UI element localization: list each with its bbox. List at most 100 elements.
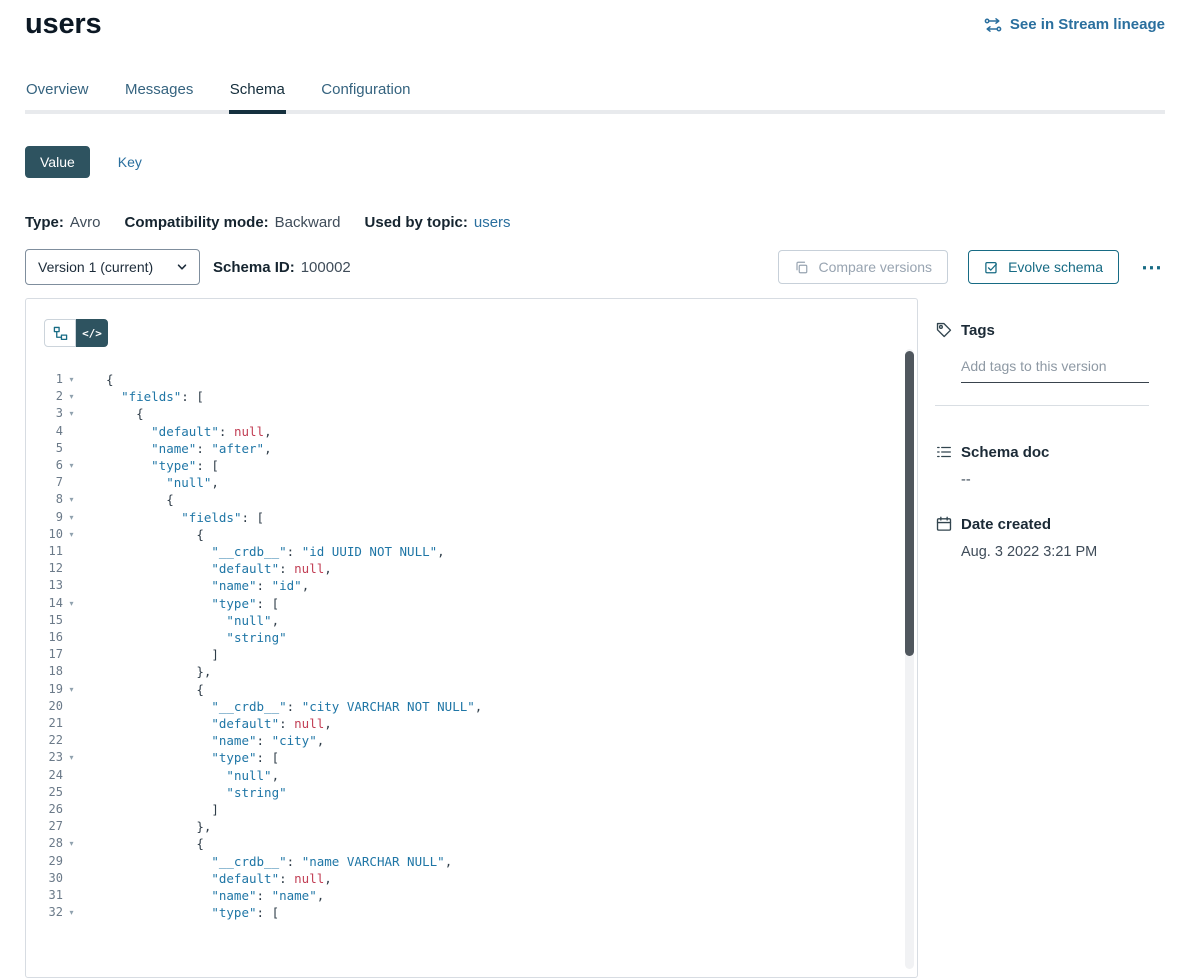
fold-caret-spacer	[63, 440, 80, 457]
code-text: "default": null,	[80, 870, 332, 887]
compare-copy-icon	[794, 260, 809, 275]
main-content: </> 1▾{2▾ "fields": [3▾ {4 "default": nu…	[25, 298, 1165, 978]
fold-caret-spacer	[63, 698, 80, 715]
fold-caret-icon[interactable]: ▾	[63, 526, 80, 543]
fold-caret-icon[interactable]: ▾	[63, 749, 80, 766]
fold-caret-icon[interactable]: ▾	[63, 904, 80, 921]
version-bar-actions: Compare versions Evolve schema ⋯	[778, 250, 1165, 284]
line-number: 5	[26, 440, 63, 457]
code-line: 30 "default": null,	[26, 870, 917, 887]
schema-doc-value: --	[961, 472, 1165, 488]
code-text: "type": [	[80, 595, 279, 612]
tags-input[interactable]	[961, 356, 1149, 383]
code-lines: 1▾{2▾ "fields": [3▾ {4 "default": null,5…	[26, 371, 917, 922]
fold-caret-spacer	[63, 767, 80, 784]
line-number: 20	[26, 698, 63, 715]
line-number: 16	[26, 629, 63, 646]
code-line: 5 "name": "after",	[26, 440, 917, 457]
line-number: 15	[26, 612, 63, 629]
line-number: 26	[26, 801, 63, 818]
code-line: 9▾ "fields": [	[26, 509, 917, 526]
line-number: 19	[26, 681, 63, 698]
tree-view-icon	[53, 326, 68, 341]
page-title: users	[25, 8, 101, 41]
fold-caret-icon[interactable]: ▾	[63, 457, 80, 474]
schema-doc-section: Schema doc --	[935, 442, 1165, 488]
sidebar-divider	[935, 405, 1149, 406]
fold-caret-icon[interactable]: ▾	[63, 681, 80, 698]
stream-lineage-icon	[984, 16, 1002, 34]
code-line: 20 "__crdb__": "city VARCHAR NOT NULL",	[26, 698, 917, 715]
fold-caret-spacer	[63, 543, 80, 560]
fold-caret-icon[interactable]: ▾	[63, 405, 80, 422]
more-options-button[interactable]: ⋯	[1139, 257, 1165, 278]
fold-caret-spacer	[63, 560, 80, 577]
editor-scrollbar-thumb[interactable]	[905, 351, 914, 656]
tag-icon	[935, 321, 953, 339]
date-created-value: Aug. 3 2022 3:21 PM	[961, 544, 1165, 560]
code-text: "__crdb__": "city VARCHAR NOT NULL",	[80, 698, 482, 715]
fold-caret-icon[interactable]: ▾	[63, 509, 80, 526]
fold-caret-icon[interactable]: ▾	[63, 835, 80, 852]
code-text: "string"	[80, 784, 287, 801]
value-toggle-button[interactable]: Value	[25, 146, 90, 178]
line-number: 4	[26, 423, 63, 440]
tab-configuration[interactable]: Configuration	[320, 75, 411, 110]
code-line: 22 "name": "city",	[26, 732, 917, 749]
code-text: {	[80, 405, 144, 422]
code-text: "default": null,	[80, 715, 332, 732]
line-number: 27	[26, 818, 63, 835]
line-number: 13	[26, 577, 63, 594]
fold-caret-spacer	[63, 715, 80, 732]
code-text: },	[80, 663, 211, 680]
date-created-section: Date created Aug. 3 2022 3:21 PM	[935, 514, 1165, 560]
code-line: 21 "default": null,	[26, 715, 917, 732]
code-line: 10▾ {	[26, 526, 917, 543]
tab-overview[interactable]: Overview	[25, 75, 90, 110]
code-text: "fields": [	[80, 388, 204, 405]
tree-view-button[interactable]	[44, 319, 76, 347]
evolve-schema-button[interactable]: Evolve schema	[968, 250, 1119, 284]
key-toggle-button[interactable]: Key	[116, 150, 144, 174]
line-number: 14	[26, 595, 63, 612]
editor-scrollbar[interactable]	[905, 349, 914, 969]
tab-schema[interactable]: Schema	[229, 75, 286, 110]
fold-caret-spacer	[63, 646, 80, 663]
code-line: 26 ]	[26, 801, 917, 818]
fold-caret-icon[interactable]: ▾	[63, 595, 80, 612]
fold-caret-icon[interactable]: ▾	[63, 388, 80, 405]
code-view-button[interactable]: </>	[76, 319, 108, 347]
compare-versions-button[interactable]: Compare versions	[778, 250, 948, 284]
code-text: "null",	[80, 612, 279, 629]
header: users See in Stream lineage	[25, 0, 1165, 41]
fold-caret-icon[interactable]: ▾	[63, 371, 80, 388]
meta-topic: Used by topic: users	[365, 214, 511, 231]
version-select[interactable]: Version 1 (current)	[25, 249, 200, 285]
topic-link[interactable]: users	[474, 214, 511, 231]
line-number: 30	[26, 870, 63, 887]
fold-caret-spacer	[63, 629, 80, 646]
code-text: "name": "name",	[80, 887, 324, 904]
fold-caret-spacer	[63, 423, 80, 440]
line-number: 2	[26, 388, 63, 405]
code-text: },	[80, 818, 211, 835]
stream-lineage-link[interactable]: See in Stream lineage	[984, 16, 1165, 34]
code-text: "null",	[80, 767, 279, 784]
schema-sidebar: Tags Schema doc --	[918, 298, 1165, 560]
tab-messages[interactable]: Messages	[124, 75, 194, 110]
fold-caret-spacer	[63, 801, 80, 818]
fold-caret-icon[interactable]: ▾	[63, 491, 80, 508]
version-bar: Version 1 (current) Schema ID: 100002 Co…	[25, 249, 1165, 285]
code-line: 19▾ {	[26, 681, 917, 698]
schema-doc-header: Schema doc	[935, 442, 1165, 462]
fold-caret-spacer	[63, 887, 80, 904]
fold-caret-spacer	[63, 853, 80, 870]
code-text: "__crdb__": "name VARCHAR NULL",	[80, 853, 452, 870]
code-text: "type": [	[80, 457, 219, 474]
meta-type: Type: Avro	[25, 214, 100, 231]
code-text: {	[80, 526, 204, 543]
code-line: 16 "string"	[26, 629, 917, 646]
code-line: 11 "__crdb__": "id UUID NOT NULL",	[26, 543, 917, 560]
fold-caret-spacer	[63, 784, 80, 801]
version-select-value: Version 1 (current)	[38, 259, 153, 275]
